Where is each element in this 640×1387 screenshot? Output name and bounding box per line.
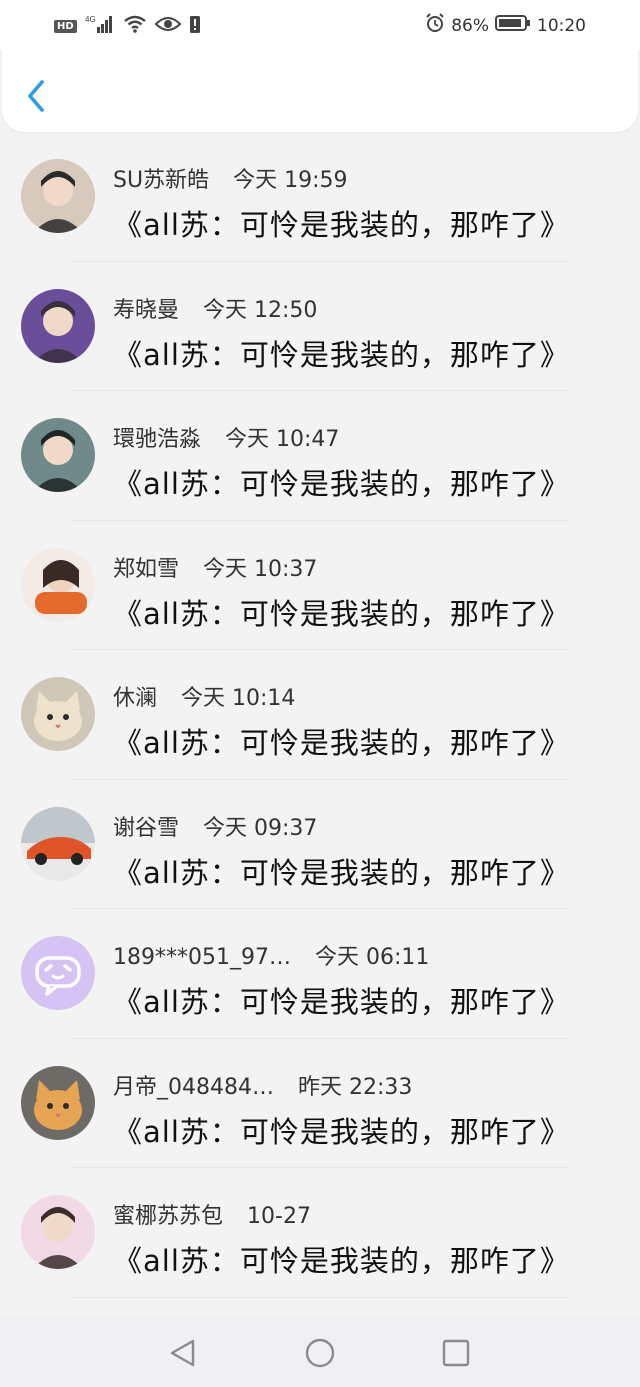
user-name[interactable]: 蜜梛苏苏包: [113, 1204, 223, 1229]
hd-badge: HD: [54, 19, 77, 33]
name-line: 郑如雪 今天 10:37: [113, 551, 317, 583]
list-item[interactable]: 谢谷雪 今天 09:37 《all苏：可怜是我装的，那咋了》: [0, 780, 640, 909]
battery-percent: 86%: [451, 15, 489, 36]
list-item[interactable]: 寿晓曼 今天 12:50 《all苏：可怜是我装的，那咋了》: [0, 262, 640, 391]
avatar[interactable]: [21, 159, 95, 233]
name-line: 月帝_048484… 昨天 22:33: [113, 1069, 412, 1101]
user-name[interactable]: 谢谷雪: [113, 816, 179, 841]
message-text: 《all苏：可怜是我装的，那咋了》: [113, 985, 570, 1019]
avatar[interactable]: [21, 677, 95, 751]
avatar[interactable]: [21, 418, 95, 492]
list-item[interactable]: SU苏新皓 今天 19:59 《all苏：可怜是我装的，那咋了》: [0, 132, 640, 262]
status-bar-right: 86% 10:20: [425, 13, 586, 38]
back-button[interactable]: [20, 76, 56, 116]
avatar[interactable]: [21, 806, 95, 881]
user-name[interactable]: 月帝_048484…: [113, 1075, 274, 1100]
message-text: 《all苏：可怜是我装的，那咋了》: [113, 337, 570, 372]
eye-icon: [154, 15, 182, 37]
message-text: 《all苏：可怜是我装的，那咋了》: [113, 855, 570, 890]
wifi-icon: [123, 14, 147, 38]
timestamp: 今天 10:47: [225, 427, 340, 452]
name-line: 谢谷雪 今天 09:37: [113, 810, 317, 842]
user-name[interactable]: 環驰浩淼: [113, 427, 201, 452]
timestamp: 今天 19:59: [233, 168, 348, 193]
message-text: 《all苏：可怜是我装的，那咋了》: [113, 726, 570, 760]
list-item[interactable]: 環驰浩淼 今天 10:47 《all苏：可怜是我装的，那咋了》: [0, 391, 640, 521]
alert-icon: [189, 14, 201, 38]
list-item[interactable]: 月帝_048484… 昨天 22:33 《all苏：可怜是我装的，那咋了》: [0, 1039, 640, 1168]
avatar[interactable]: [21, 1065, 95, 1140]
recents-square-icon: [442, 1339, 470, 1367]
list-item[interactable]: 蜜梛苏苏包 10-27 《all苏：可怜是我装的，那咋了》: [0, 1168, 640, 1298]
divider: [72, 1296, 570, 1298]
user-name[interactable]: SU苏新皓: [113, 168, 209, 193]
nav-recents-button[interactable]: [439, 1336, 473, 1370]
timestamp: 今天 09:37: [203, 815, 318, 841]
list-item[interactable]: 郑如雪 今天 10:37 《all苏：可怜是我装的，那咋了》: [0, 521, 640, 650]
message-text: 《all苏：可怜是我装的，那咋了》: [113, 1244, 570, 1278]
alarm-icon: [425, 13, 445, 38]
home-circle-icon: [305, 1338, 335, 1368]
navigation-bar: [0, 1318, 640, 1387]
message-text: 《all苏：可怜是我装的，那咋了》: [113, 596, 570, 631]
list-item[interactable]: 休澜 今天 10:14 《all苏：可怜是我装的，那咋了》: [0, 650, 640, 780]
name-line: 休澜 今天 10:14: [113, 680, 295, 712]
avatar[interactable]: [21, 288, 95, 363]
nav-home-button[interactable]: [303, 1336, 337, 1370]
avatar[interactable]: [21, 1195, 95, 1269]
user-name[interactable]: 休澜: [113, 686, 157, 711]
name-line: 189***051_97… 今天 06:11: [113, 939, 429, 971]
name-line: SU苏新皓 今天 19:59: [113, 162, 347, 194]
message-text: 《all苏：可怜是我装的，那咋了》: [113, 208, 570, 242]
name-line: 蜜梛苏苏包 10-27: [113, 1198, 311, 1230]
status-bar-left: HD 4G: [54, 13, 201, 39]
chevron-left-icon: [28, 80, 44, 112]
timestamp: 昨天 22:33: [297, 1074, 413, 1100]
avatar[interactable]: [21, 547, 95, 622]
name-line: 寿晓曼 今天 12:50: [113, 292, 317, 324]
battery-icon: [495, 14, 531, 37]
timestamp: 今天 10:37: [203, 556, 318, 582]
nav-back-button[interactable]: [166, 1336, 200, 1370]
list-item[interactable]: 189***051_97… 今天 06:11 《all苏：可怜是我装的，那咋了》: [0, 909, 640, 1039]
header: [2, 50, 638, 132]
message-text: 《all苏：可怜是我装的，那咋了》: [113, 467, 570, 501]
avatar[interactable]: [21, 936, 95, 1010]
back-triangle-icon: [170, 1339, 195, 1367]
network-type-label: 4G: [85, 15, 96, 24]
timestamp: 今天 06:11: [314, 945, 430, 970]
user-name[interactable]: 郑如雪: [113, 557, 179, 582]
timestamp: 10-27: [247, 1204, 311, 1229]
user-name[interactable]: 189***051_97…: [113, 945, 291, 970]
message-list: SU苏新皓 今天 19:59 《all苏：可怜是我装的，那咋了》 寿晓曼 今天 12…: [0, 132, 640, 1298]
message-text: 《all苏：可怜是我装的，那咋了》: [113, 1114, 570, 1149]
status-time: 10:20: [537, 15, 586, 36]
cellular-signal-icon: 4G: [85, 13, 115, 39]
timestamp: 今天 12:50: [203, 297, 318, 323]
status-bar: HD 4G 86% 10:20: [0, 0, 640, 50]
user-name[interactable]: 寿晓曼: [113, 298, 179, 323]
timestamp: 今天 10:14: [181, 686, 296, 711]
name-line: 環驰浩淼 今天 10:47: [113, 421, 339, 453]
